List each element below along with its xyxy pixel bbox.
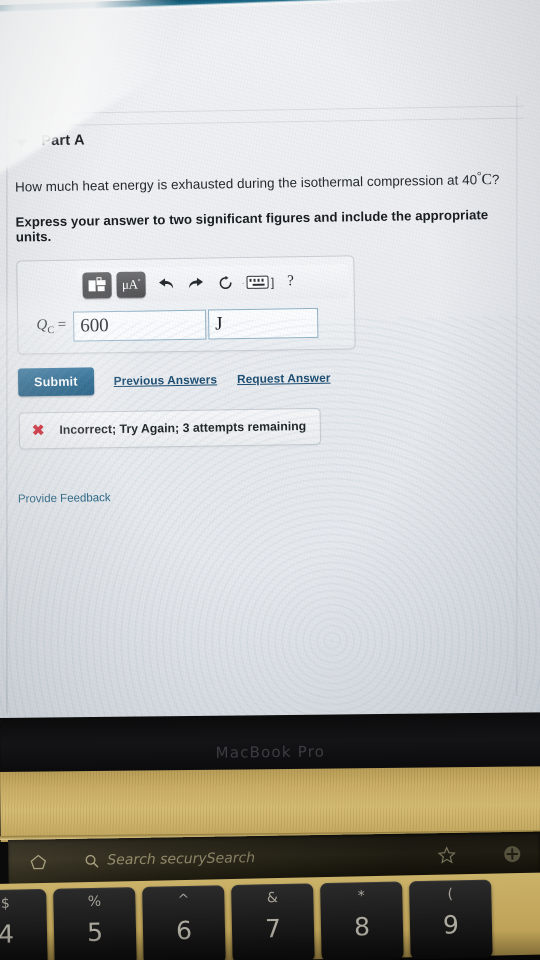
laptop-screen: Part A How much heat energy is exhausted… [0, 0, 540, 722]
web-page: Part A How much heat energy is exhausted… [0, 0, 540, 722]
answer-actions: Submit Previous Answers Request Answer [17, 361, 518, 397]
answer-toolbar: μA° ·] ? [76, 264, 349, 303]
incorrect-x-icon: ✖ [31, 422, 45, 440]
hairline-rule-1 [3, 105, 524, 115]
instruction-text: Express your answer to two significant f… [15, 207, 489, 245]
key-lower-label: 8 [353, 912, 371, 942]
previous-answers-link[interactable]: Previous Answers [114, 372, 218, 388]
key[interactable]: & 7 [231, 883, 315, 960]
key-lower-label: 7 [264, 914, 282, 944]
request-answer-link[interactable]: Request Answer [237, 371, 331, 386]
key-lower-label: 9 [442, 910, 460, 940]
units-button-label: μA° [121, 276, 141, 292]
question-text-prefix: How much heat energy is exhausted during… [14, 172, 478, 195]
celsius-symbol: C [481, 171, 493, 189]
part-a-section: Part A How much heat energy is exhausted… [14, 126, 520, 505]
macbook-pro-label: MacBook Pro [215, 742, 326, 762]
units-mu-angstrom-icon[interactable]: μA° [116, 271, 146, 298]
key-lower-label: 6 [175, 915, 193, 946]
key[interactable]: % 5 [53, 887, 137, 960]
redo-icon[interactable] [180, 269, 210, 297]
answer-equals-sign: = [57, 317, 67, 334]
reset-icon[interactable] [210, 269, 240, 297]
touchbar-search-text: Search securySearch [107, 850, 256, 869]
key[interactable]: $ 4 [0, 888, 48, 960]
plus-circle-icon[interactable] [502, 844, 522, 864]
keyboard-number-row: $ 4 % 5 ^ 6 & 7 * 8 ( 9 [0, 879, 493, 960]
key-upper-label: ^ [177, 891, 190, 909]
home-icon[interactable] [20, 853, 56, 871]
feedback-status-box: ✖ Incorrect; Try Again; 3 attempts remai… [18, 407, 322, 450]
keyboard-icon[interactable]: ] [245, 268, 275, 296]
answer-value-input[interactable]: 600 [72, 309, 207, 342]
star-icon[interactable] [437, 846, 456, 864]
key[interactable]: ^ 6 [142, 885, 226, 960]
key-upper-label: & [266, 890, 278, 907]
photo-of-laptop-screen: Part A How much heat energy is exhausted… [0, 0, 540, 960]
math-template-icon[interactable] [82, 271, 112, 299]
key[interactable]: * 8 [320, 881, 404, 960]
answer-panel: μA° ·] ? QC = 600 J [16, 255, 356, 355]
answer-input-row: QC = 600 J [27, 307, 345, 342]
question-text: How much heat energy is exhausted during… [15, 169, 515, 199]
touchbar-search-field[interactable]: Search securySearch [84, 847, 437, 869]
page-title: Part A [41, 132, 85, 150]
status-badge: Incorrect; Try Again; 3 attempts remaini… [59, 419, 307, 438]
key-upper-label: ( [447, 886, 454, 903]
key-upper-label: $ [0, 895, 11, 912]
key-upper-label: * [357, 888, 366, 905]
key-lower-label: 5 [86, 917, 104, 948]
keyboard: $ 4 % 5 ^ 6 & 7 * 8 ( 9 [0, 872, 540, 960]
undo-icon[interactable] [150, 270, 180, 298]
key[interactable]: ( 9 [409, 879, 493, 960]
answer-variable-label: QC = [27, 317, 73, 337]
answer-units-input[interactable]: J [207, 307, 319, 340]
search-icon [84, 853, 99, 868]
provide-feedback-link[interactable]: Provide Feedback [18, 486, 520, 505]
submit-button[interactable]: Submit [17, 367, 94, 397]
answer-variable-symbol: Q [36, 317, 48, 334]
part-a-header[interactable]: Part A [14, 126, 514, 150]
keyboard-bracket-label: ] [270, 275, 275, 290]
key-upper-label: % [87, 893, 102, 911]
hairline-rule-2 [4, 117, 525, 127]
triangle-down-icon[interactable] [14, 138, 29, 147]
help-icon[interactable]: ? [275, 268, 305, 296]
question-text-suffix: ? [491, 171, 500, 188]
key-lower-label: 4 [0, 919, 15, 949]
content-left-rule [6, 93, 8, 714]
